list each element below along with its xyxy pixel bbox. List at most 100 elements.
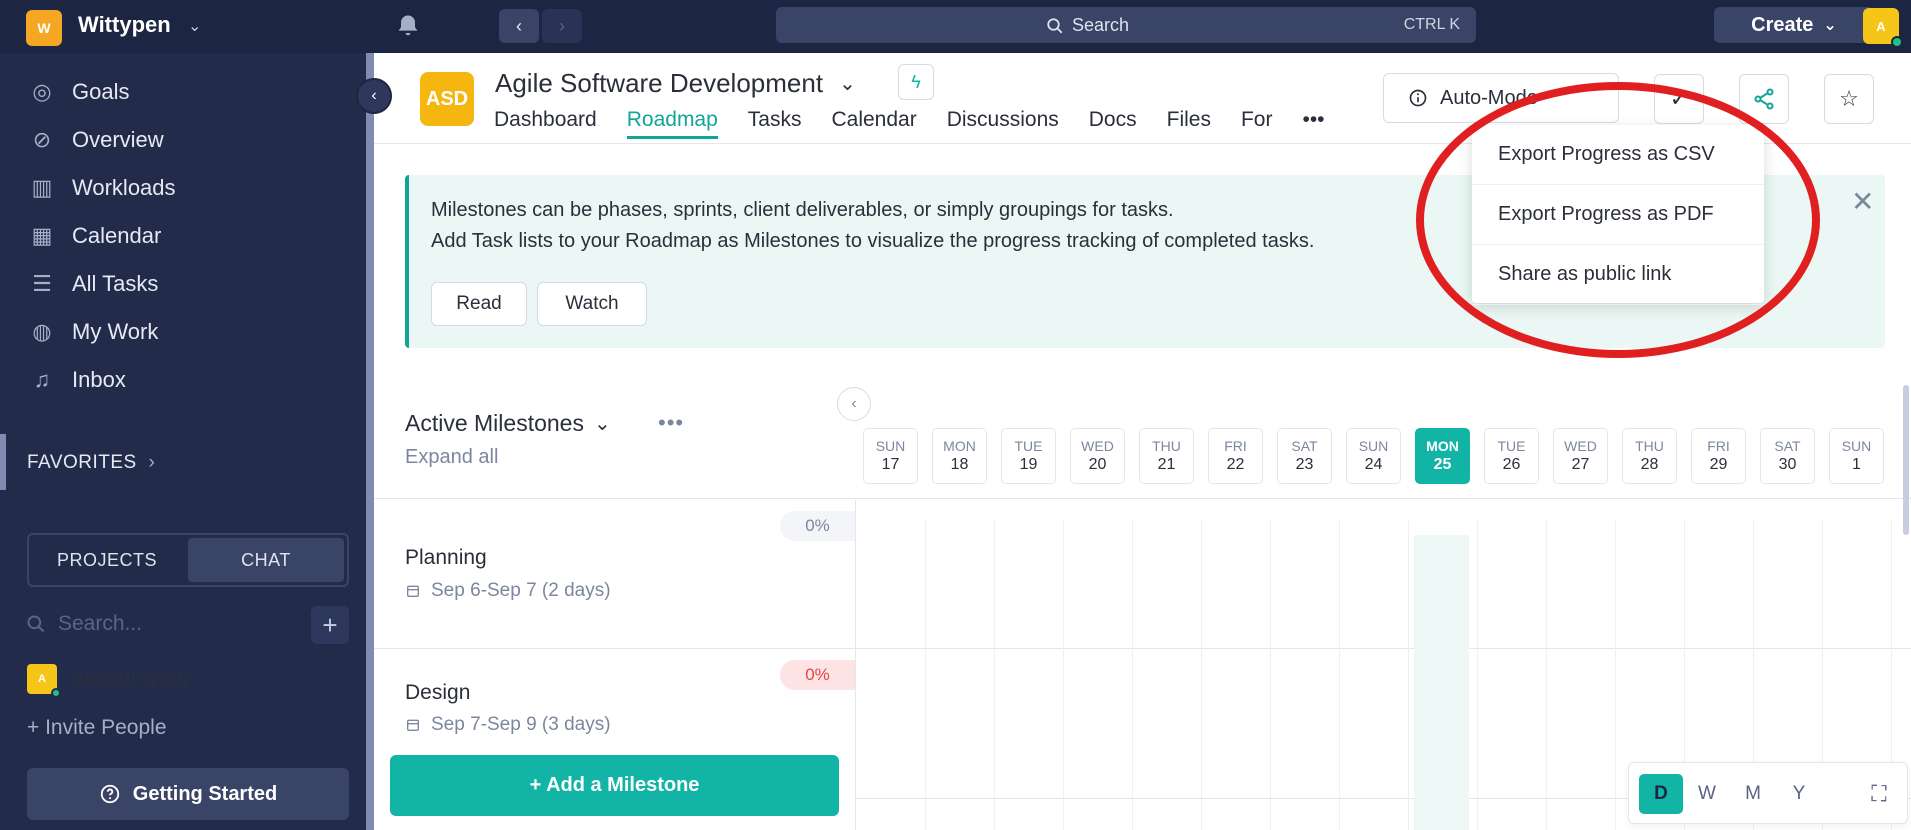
timeline-collapse-button[interactable]: ‹ — [837, 387, 871, 421]
day-of-week: TUE — [1014, 438, 1043, 454]
day-date: 30 — [1778, 455, 1797, 473]
milestone-name[interactable]: Design — [405, 681, 470, 705]
sidebar-item-workloads[interactable]: ▥ Workloads — [28, 174, 176, 202]
milestones-more-icon[interactable]: ••• — [658, 410, 684, 436]
favorites-label: FAVORITES — [27, 452, 137, 473]
grid-line — [1201, 520, 1202, 830]
notification-bell-icon[interactable] — [394, 12, 422, 40]
zoom-option-y[interactable]: Y — [1777, 774, 1821, 814]
day-of-week: FRI — [1224, 438, 1247, 454]
timeline-day[interactable]: SUN 17 — [863, 428, 918, 484]
workspace-name[interactable]: Wittypen — [78, 12, 171, 38]
project-title[interactable]: Agile Software Development ⌄ — [495, 68, 856, 99]
sidebar-search[interactable]: Search... — [26, 612, 142, 636]
day-of-week: TUE — [1497, 438, 1526, 454]
timeline-day[interactable]: THU 21 — [1139, 428, 1194, 484]
search-icon — [1047, 17, 1063, 33]
tab-calendar[interactable]: Calendar — [831, 108, 916, 139]
sidebar-item-my-work[interactable]: ◍ My Work — [28, 318, 158, 346]
sidebar-search-input[interactable]: Search... — [58, 612, 142, 636]
read-button[interactable]: Read — [431, 282, 527, 326]
timeline-day[interactable]: FRI 22 — [1208, 428, 1263, 484]
favorite-star-button[interactable]: ☆ — [1824, 74, 1874, 124]
chevron-left-icon: ‹ — [371, 87, 377, 104]
close-banner-icon[interactable]: ✕ — [1851, 185, 1874, 218]
sidebar-resize-handle[interactable] — [366, 53, 374, 830]
timeline-day[interactable]: WED 27 — [1553, 428, 1608, 484]
chevron-down-icon: ⌄ — [839, 73, 856, 95]
milestone-name[interactable]: Planning — [405, 546, 487, 570]
sidebar-item-inbox[interactable]: ♫ Inbox — [28, 366, 126, 394]
current-user-item[interactable]: A Anshul (you) — [27, 664, 189, 698]
back-button[interactable]: ‹ — [499, 9, 539, 43]
invite-people-link[interactable]: + Invite People — [27, 716, 167, 740]
banner-line-2: Add Task lists to your Roadmap as Milest… — [431, 230, 1315, 252]
getting-started-button[interactable]: Getting Started — [27, 768, 349, 820]
user-avatar[interactable]: A — [1863, 8, 1903, 48]
day-of-week: WED — [1081, 438, 1114, 454]
tab-dashboard[interactable]: Dashboard — [494, 108, 597, 139]
sidebar-item-label: Workloads — [72, 175, 176, 200]
tab-tasks[interactable]: Tasks — [748, 108, 802, 139]
sidebar-item-overview[interactable]: ⊘ Overview — [28, 126, 164, 154]
sidebar-item-label: All Tasks — [72, 271, 159, 296]
timeline-day[interactable]: WED 20 — [1070, 428, 1125, 484]
collapse-sidebar-button[interactable]: ‹ — [356, 78, 392, 114]
day-of-week: WED — [1564, 438, 1597, 454]
project-title-text: Agile Software Development — [495, 68, 824, 98]
watch-button[interactable]: Watch — [537, 282, 647, 326]
sidebar — [0, 53, 372, 830]
sidebar-item-goals[interactable]: ◎ Goals — [28, 78, 129, 106]
expand-all-link[interactable]: Expand all — [405, 446, 498, 469]
timeline-day[interactable]: MON 25 — [1415, 428, 1470, 484]
favorites-indicator — [0, 434, 6, 490]
search-icon — [27, 615, 45, 633]
automation-bolt-button[interactable]: ϟ — [898, 64, 934, 100]
global-search[interactable]: Search CTRL K — [776, 7, 1476, 43]
timeline-day[interactable]: SUN 24 — [1346, 428, 1401, 484]
grid-line — [1339, 520, 1340, 830]
timeline-day[interactable]: SAT 30 — [1760, 428, 1815, 484]
tab-files[interactable]: Files — [1167, 108, 1211, 139]
zoom-option-m[interactable]: M — [1731, 774, 1775, 814]
day-date: 25 — [1433, 455, 1452, 473]
more-tabs-icon[interactable]: ••• — [1302, 108, 1324, 139]
timeline-day[interactable]: SAT 23 — [1277, 428, 1332, 484]
timeline-day[interactable]: MON 18 — [932, 428, 987, 484]
tab-discussions[interactable]: Discussions — [947, 108, 1059, 139]
zoom-option-d[interactable]: D — [1639, 774, 1683, 814]
sidebar-item-label: Overview — [72, 127, 164, 152]
calendar-icon — [407, 585, 419, 597]
timeline-day[interactable]: THU 28 — [1622, 428, 1677, 484]
tab-projects[interactable]: PROJECTS — [29, 535, 185, 585]
timeline-day[interactable]: FRI 29 — [1691, 428, 1746, 484]
sidebar-item-calendar[interactable]: ▦ Calendar — [28, 222, 162, 250]
milestones-filter[interactable]: Active Milestones ⌄ — [405, 410, 611, 437]
day-date: 22 — [1226, 455, 1245, 473]
chevron-left-icon: ‹ — [516, 15, 522, 36]
current-user-name: Anshul (you) — [71, 667, 189, 690]
tab-for[interactable]: For — [1241, 108, 1273, 139]
zoom-option-w[interactable]: W — [1685, 774, 1729, 814]
timeline-day[interactable]: SUN 1 — [1829, 428, 1884, 484]
add-milestone-button[interactable]: + Add a Milestone — [390, 755, 839, 816]
favorites-section[interactable]: FAVORITES › — [27, 452, 155, 474]
workspace-logo[interactable]: W — [26, 10, 62, 46]
tab-chat[interactable]: CHAT — [188, 538, 344, 582]
day-date: 21 — [1157, 455, 1176, 473]
grid-line — [1477, 520, 1478, 830]
vertical-scrollbar[interactable] — [1903, 385, 1909, 535]
day-of-week: THU — [1635, 438, 1664, 454]
fullscreen-icon[interactable]: ⛶ — [1857, 774, 1901, 814]
forward-button[interactable]: › — [542, 9, 582, 43]
timeline-day[interactable]: TUE 19 — [1001, 428, 1056, 484]
add-chat-button[interactable]: + — [311, 606, 349, 644]
tab-roadmap[interactable]: Roadmap — [626, 108, 718, 139]
chevron-down-icon[interactable]: ⌄ — [188, 16, 201, 36]
timeline-day[interactable]: TUE 26 — [1484, 428, 1539, 484]
chevron-down-icon: ⌄ — [593, 413, 611, 435]
tab-docs[interactable]: Docs — [1089, 108, 1137, 139]
share-icon — [1754, 88, 1774, 110]
create-button[interactable]: Create ⌄ — [1714, 7, 1874, 43]
sidebar-item-all-tasks[interactable]: ☰ All Tasks — [28, 270, 158, 298]
